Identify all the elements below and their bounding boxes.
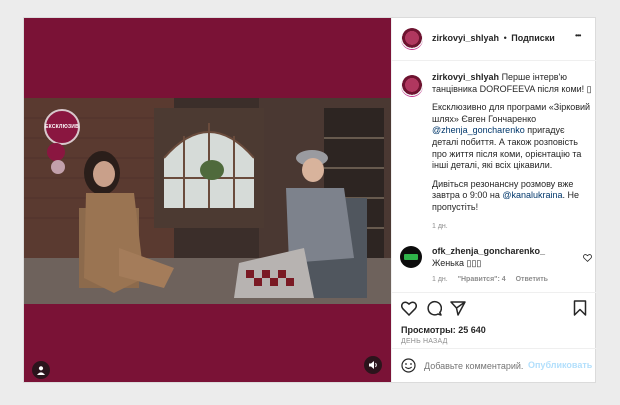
post-header: zirkovyi_shlyah • Подписки ••• <box>392 18 597 61</box>
avatar[interactable] <box>401 28 423 50</box>
emoji-icon[interactable] <box>401 358 416 373</box>
comment-text: Женька ▯▯▯ <box>432 257 482 268</box>
mention-link[interactable]: @zhenja_goncharenko <box>432 125 525 135</box>
caption: zirkovyi_shlyah Перше інтерв'ю танцівник… <box>432 72 592 232</box>
instagram-post: ЕКСКЛЮЗИВ zirkovyi_shlyah • Подписки •••… <box>23 17 597 383</box>
logo-decoration <box>51 160 65 174</box>
post-sidebar: zirkovyi_shlyah • Подписки ••• zirkovyi_… <box>391 18 597 382</box>
tagged-users-button[interactable] <box>32 361 50 379</box>
comment-input[interactable] <box>424 358 524 373</box>
author-username[interactable]: zirkovyi_shlyah <box>432 33 499 43</box>
logo-decoration <box>47 143 65 161</box>
channel-logo-text: ЕКСКЛЮЗИВ <box>45 124 79 130</box>
video-player[interactable]: ЕКСКЛЮЗИВ <box>24 18 391 382</box>
comment-icon[interactable] <box>426 300 442 316</box>
comment-time: 1 дн. <box>432 276 448 283</box>
header-user-line: zirkovyi_shlyah • Подписки <box>432 33 555 45</box>
comment-meta: 1 дн. "Нравится": 4 Ответить <box>432 276 548 283</box>
comment-likes[interactable]: "Нравится": 4 <box>458 276 506 283</box>
follow-status-button[interactable]: Подписки <box>511 33 555 43</box>
comment-body: ofk_zhenja_goncharenko_ Женька ▯▯▯ <box>432 246 582 269</box>
caption-username[interactable]: zirkovyi_shlyah <box>432 72 499 82</box>
dot-separator: • <box>503 33 507 43</box>
user-icon <box>37 366 45 375</box>
post-age: день назад <box>401 338 448 345</box>
comment-username[interactable]: ofk_zhenja_goncharenko_ <box>432 246 582 258</box>
caption-line-2-pre: Ексклюзивно для програми «Зірковий шлях»… <box>432 102 591 124</box>
bookmark-icon[interactable] <box>573 300 587 316</box>
share-icon[interactable] <box>450 301 466 316</box>
comment-like-icon[interactable] <box>583 254 592 262</box>
publish-button[interactable]: Опубликовать <box>528 360 592 370</box>
commenter-avatar[interactable] <box>400 246 422 268</box>
caption-timestamp: 1 дн. <box>432 222 448 230</box>
volume-icon <box>368 361 377 369</box>
views-count[interactable]: Просмотры: 25 640 <box>401 325 486 335</box>
video-frame[interactable]: ЕКСКЛЮЗИВ <box>24 98 391 304</box>
mention-link[interactable]: @kanalukraina <box>502 190 562 200</box>
reply-button[interactable]: Ответить <box>516 276 548 283</box>
audio-toggle-button[interactable] <box>364 356 382 374</box>
channel-logo: ЕКСКЛЮЗИВ <box>44 109 80 145</box>
heart-icon[interactable] <box>401 301 417 316</box>
caption-avatar[interactable] <box>401 75 423 97</box>
add-comment-bar: Опубликовать <box>392 348 597 383</box>
more-options-icon[interactable]: ••• <box>575 31 581 40</box>
comment-item: ofk_zhenja_goncharenko_ Женька ▯▯▯ 1 дн.… <box>400 244 592 288</box>
